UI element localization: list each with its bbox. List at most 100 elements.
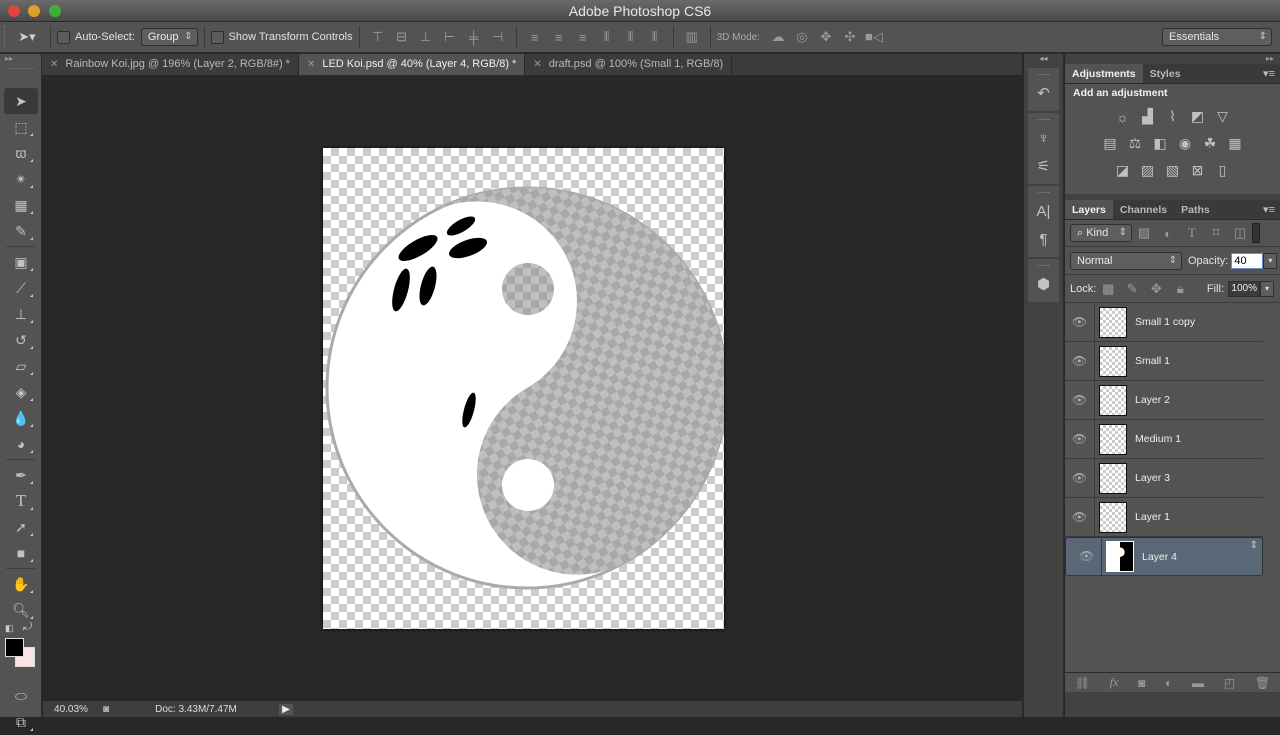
history-brush-tool[interactable]: ↺ [0,327,42,353]
exposure-icon[interactable]: ◩ [1188,108,1207,125]
expand-tools-icon[interactable]: ▸▸ [0,54,41,64]
layer-style-icon[interactable]: fx [1110,675,1119,690]
hue-saturation-icon[interactable]: ▤ [1101,135,1120,152]
lasso-tool[interactable]: ϖ [0,140,42,166]
threshold-icon[interactable]: ▧ [1163,162,1182,179]
close-tab-icon[interactable]: ✕ [307,59,315,70]
marquee-tool[interactable]: ⬚ [0,114,42,140]
align-left-icon[interactable]: ⊢ [438,29,462,45]
gradient-map-icon[interactable]: ▯ [1213,162,1232,179]
color-balance-icon[interactable]: ⚖ [1126,135,1145,152]
status-menu-arrow-icon[interactable]: ▶ [279,703,293,715]
layer-row-selected[interactable]: 👁︎ Layer 4 [1065,537,1263,576]
clone-stamp-tool[interactable]: ⊥ [0,301,42,327]
layer-row[interactable]: 👁︎ Small 1 [1065,341,1263,381]
close-tab-icon[interactable]: ✕ [50,59,58,70]
eye-icon[interactable]: 👁︎ [1065,458,1095,498]
align-hcenter-icon[interactable]: ╪ [462,30,486,45]
close-tab-icon[interactable]: ✕ [533,59,541,70]
rectangle-tool[interactable]: ■ [0,540,42,566]
auto-select-checkbox[interactable] [57,30,70,44]
link-layers-icon[interactable]: ⛓ [1075,676,1090,690]
auto-align-icon[interactable]: ▥ [680,29,704,45]
filter-pixel-icon[interactable]: ▨ [1132,225,1156,241]
layer-row[interactable]: 👁︎ Layer 3 [1065,458,1263,498]
move-tool[interactable]: ➤ [4,88,38,114]
tab-led-koi[interactable]: ✕ LED Koi.psd @ 40% (Layer 4, RGB/8) * [298,54,526,75]
filter-adjustment-icon[interactable]: ◐ [1156,226,1180,241]
paint-bucket-tool[interactable]: ◈ [0,379,42,405]
eye-icon[interactable]: 👁︎ [1065,380,1095,420]
3d-pan-icon[interactable]: ✥ [814,29,838,45]
tools-grip[interactable] [8,68,33,88]
panel-menu-icon[interactable]: ▾≡ [1263,67,1275,80]
layer-row[interactable]: 👁︎ Medium 1 [1065,419,1263,459]
align-bottom-icon[interactable]: ⊥ [414,29,438,45]
delete-layer-icon[interactable]: 🗑︎ [1255,676,1270,690]
filter-toggle[interactable] [1252,223,1260,243]
history-icon[interactable]: ↶ [1028,79,1059,107]
blur-tool[interactable]: 💧 [0,405,42,431]
path-selection-tool[interactable]: ➚ [0,514,42,540]
dodge-tool[interactable]: ◕ [0,431,42,457]
zoom-level[interactable]: 40.03% [43,704,99,715]
new-group-icon[interactable]: ▬ [1192,676,1204,690]
close-window-button[interactable] [8,5,20,17]
lock-transparent-icon[interactable]: ▩ [1096,281,1120,297]
magic-wand-tool[interactable]: ✴ [0,166,42,192]
tab-styles[interactable]: Styles [1143,64,1188,83]
channel-mixer-icon[interactable]: ☘ [1201,135,1220,152]
photo-filter-icon[interactable]: ◉ [1176,135,1195,152]
distribute-vcenter-icon[interactable]: ≡ [547,30,571,45]
zoom-tool[interactable]: 🔍︎ [0,597,42,623]
move-tool-preset-icon[interactable]: ➤▾ [10,29,44,45]
fill-dropdown-arrow[interactable]: ▾ [1260,280,1274,297]
distribute-right-icon[interactable]: ⫴ [643,29,667,45]
vibrance-icon[interactable]: ▽ [1213,108,1232,125]
opacity-input[interactable]: 40 [1231,252,1264,269]
eye-icon[interactable]: 👁︎ [1072,537,1102,576]
eyedropper-tool[interactable]: ✎ [0,218,42,244]
status-options-icon[interactable]: ◙ [99,704,113,715]
tab-channels[interactable]: Channels [1113,200,1174,219]
default-colors-icon[interactable]: ◧ [5,623,14,634]
eraser-tool[interactable]: ▱ [0,353,42,379]
auto-select-dropdown[interactable]: Group [140,28,198,46]
brush-tool[interactable]: ⟋ [0,275,42,301]
character-icon[interactable]: A| [1028,197,1059,225]
brush-settings-icon[interactable]: ⚟ [1028,152,1059,180]
3d-scale-icon[interactable]: ■◁ [862,29,886,45]
tab-adjustments[interactable]: Adjustments [1065,64,1143,83]
brush-presets-icon[interactable]: ♆ [1028,124,1059,152]
distribute-top-icon[interactable]: ≡ [523,30,547,45]
quick-mask-icon[interactable]: ⬭ [0,683,42,709]
hand-tool[interactable]: ✋ [0,571,42,597]
filter-shape-icon[interactable]: ⌑ [1204,225,1228,241]
new-layer-icon[interactable]: ◰ [1224,676,1235,690]
opacity-dropdown-arrow[interactable]: ▾ [1263,252,1278,269]
align-top-icon[interactable]: ⊤ [366,29,390,45]
lock-position-icon[interactable]: ✥ [1144,281,1168,297]
3d-panel-icon[interactable]: ⬢ [1028,270,1059,298]
distribute-hcenter-icon[interactable]: ⫴ [619,29,643,45]
distribute-left-icon[interactable]: ⫴ [595,29,619,45]
workspace-dropdown[interactable]: Essentials [1162,28,1272,46]
tab-layers[interactable]: Layers [1065,200,1113,219]
blend-mode-dropdown[interactable]: Normal [1070,251,1182,270]
selective-color-icon[interactable]: ⊠ [1188,162,1207,179]
screen-mode-icon[interactable]: ⧉ [0,709,42,735]
3d-slide-icon[interactable]: ✣ [838,29,862,45]
eye-icon[interactable]: 👁︎ [1065,497,1095,537]
invert-icon[interactable]: ◪ [1113,162,1132,179]
tab-draft[interactable]: ✕ draft.psd @ 100% (Small 1, RGB/8) [525,54,733,75]
filter-type-icon[interactable]: T [1180,225,1204,241]
show-transform-checkbox[interactable] [210,30,224,44]
layer-row[interactable]: 👁︎ Layer 1 [1065,497,1263,537]
lock-image-icon[interactable]: ✎ [1120,281,1144,297]
layer-row[interactable]: 👁︎ Layer 2 [1065,380,1263,420]
foreground-color-swatch[interactable] [5,638,24,657]
curves-icon[interactable]: ⌇ [1163,108,1182,125]
new-adjustment-layer-icon[interactable]: ◐ [1165,676,1172,690]
layer-row[interactable]: 👁︎ Small 1 copy [1065,302,1263,342]
color-lookup-icon[interactable]: ▦ [1226,135,1245,152]
